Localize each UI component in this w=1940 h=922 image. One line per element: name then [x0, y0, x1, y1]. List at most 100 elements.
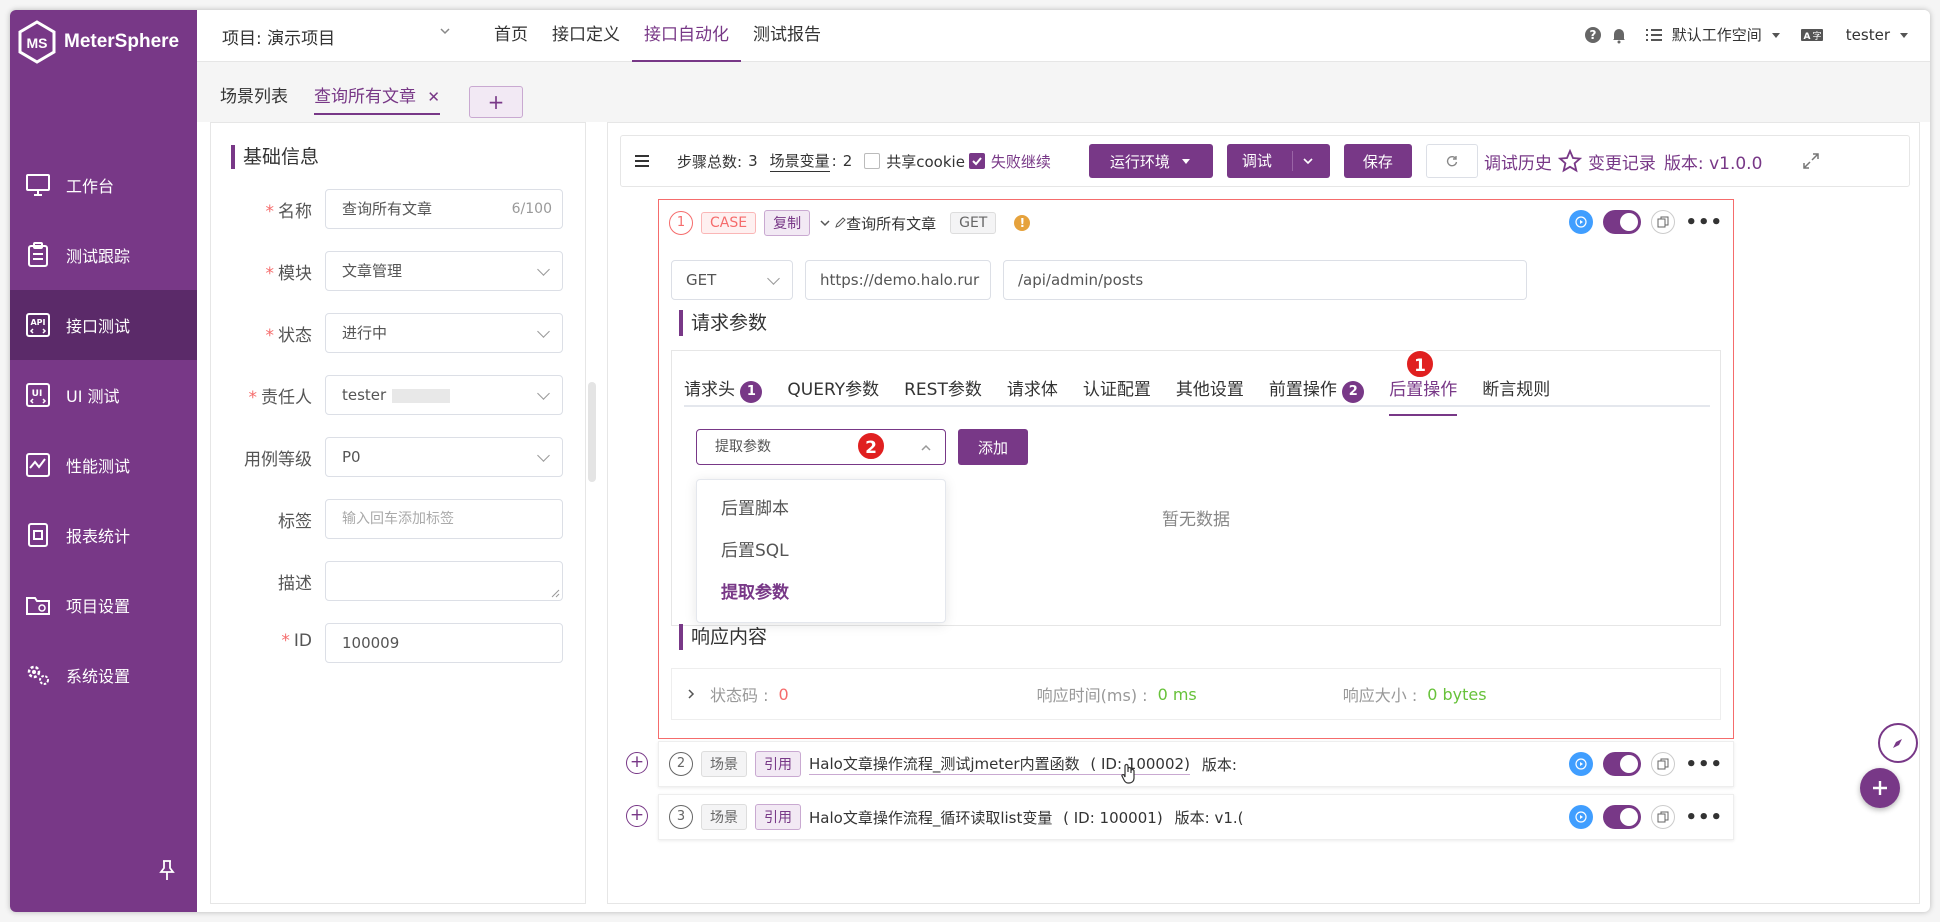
owner-field-row: * 责任人 tester	[211, 375, 587, 415]
sidebar-item-report[interactable]: 报表统计	[10, 500, 197, 570]
enable-toggle[interactable]	[1603, 805, 1642, 829]
chevron-down-icon[interactable]	[818, 216, 832, 230]
language-icon[interactable]: A字	[1800, 27, 1824, 43]
svg-text:UI: UI	[32, 389, 43, 399]
add-step-icon[interactable]: +	[626, 752, 648, 774]
more-icon[interactable]: •••	[1685, 754, 1723, 775]
step-name[interactable]: 查询所有文章	[834, 213, 936, 234]
close-icon[interactable]: ✕	[427, 88, 440, 106]
tag-input[interactable]: 输入回车添加标签	[325, 499, 563, 539]
workspace-name[interactable]: 默认工作空间	[1672, 24, 1762, 45]
sidebar-item-api-test[interactable]: API 接口测试	[10, 290, 197, 360]
sidebar-item-system-settings[interactable]: 系统设置	[10, 640, 197, 710]
more-icon[interactable]: •••	[1685, 807, 1723, 828]
status-select[interactable]: 进行中	[325, 313, 563, 353]
tab-body[interactable]: 请求体	[1007, 375, 1058, 405]
chevron-right-icon[interactable]	[684, 687, 698, 701]
path-input[interactable]: /api/admin/posts	[1003, 260, 1527, 300]
sidebar-item-performance[interactable]: 性能测试	[10, 430, 197, 500]
nav-api-definition[interactable]: 接口定义	[540, 10, 632, 62]
play-icon[interactable]	[1569, 752, 1594, 776]
pin-icon[interactable]	[155, 858, 179, 882]
enable-toggle[interactable]	[1603, 752, 1642, 776]
nav-test-report[interactable]: 测试报告	[741, 10, 833, 62]
debug-button-group: 调试	[1226, 144, 1330, 178]
id-input[interactable]: 100009	[325, 623, 563, 663]
ref-tag: 引用	[755, 804, 801, 830]
run-env-button[interactable]: 运行环境	[1088, 144, 1213, 178]
tab-headers[interactable]: 请求头 1	[684, 375, 763, 405]
tab-scenario-list[interactable]: 场景列表	[220, 82, 288, 107]
step-case: 1 CASE 复制 查询所有文章 GET ! ••• GET https://d…	[658, 199, 1734, 739]
sidebar-item-label: 性能测试	[66, 457, 131, 476]
sidebar-item-project-settings[interactable]: 项目设置	[10, 570, 197, 640]
menu-icon[interactable]	[633, 153, 651, 169]
tab-rest[interactable]: REST参数	[904, 375, 982, 405]
nav-api-automation[interactable]: 接口自动化	[632, 10, 741, 62]
scene-vars-link[interactable]: 场景变量	[769, 150, 830, 172]
more-icon[interactable]: •••	[1685, 212, 1723, 233]
owner-select[interactable]: tester	[325, 375, 563, 415]
save-button[interactable]: 保存	[1343, 144, 1412, 178]
nav-home[interactable]: 首页	[482, 10, 540, 62]
name-input[interactable]: 查询所有文章 6/100	[325, 189, 563, 229]
share-cookie-checkbox[interactable]	[864, 153, 881, 169]
tab-current-scenario[interactable]: 查询所有文章 ✕	[314, 82, 440, 115]
add-step-icon[interactable]: +	[626, 805, 648, 827]
refresh-button[interactable]	[1425, 144, 1478, 178]
module-select[interactable]: 文章管理	[325, 251, 563, 291]
star-icon[interactable]	[1557, 149, 1582, 173]
domain-input[interactable]: https://demo.halo.rur	[805, 260, 991, 300]
copy-icon[interactable]	[1651, 210, 1676, 234]
tag-label: 标签	[278, 512, 312, 532]
level-select[interactable]: P0	[325, 437, 563, 477]
change-log-link[interactable]: 变更记录	[1588, 149, 1656, 174]
panel-collapse-handle[interactable]	[588, 382, 596, 482]
desc-textarea[interactable]	[325, 561, 563, 601]
tab-assertions[interactable]: 断言规则	[1482, 375, 1550, 405]
post-op-select[interactable]: 提取参数	[696, 429, 946, 465]
help-icon[interactable]: ?	[1584, 26, 1602, 44]
chevron-down-icon[interactable]	[1301, 154, 1315, 168]
sidebar-item-test-track[interactable]: 测试跟踪	[10, 220, 197, 290]
brand-logo[interactable]: MS MeterSphere	[18, 14, 179, 70]
scenario-toolbar: 步骤总数: 3 场景变量 : 2 共享cookie 失败继续 运行环境 调试 保…	[620, 135, 1910, 187]
user-name[interactable]: tester	[1846, 26, 1890, 44]
play-icon[interactable]	[1569, 805, 1594, 829]
tab-query[interactable]: QUERY参数	[787, 375, 879, 405]
debug-history-link[interactable]: 调试历史	[1484, 149, 1552, 174]
dropdown-item-post-script[interactable]: 后置脚本	[697, 488, 945, 530]
compass-button[interactable]	[1878, 723, 1918, 763]
top-header: 项目: 演示项目 首页 接口定义 接口自动化 测试报告 ? 默认工作空间 A字 …	[197, 10, 1930, 62]
sidebar-item-workbench[interactable]: 工作台	[10, 150, 197, 220]
add-tab-button[interactable]: +	[469, 86, 523, 118]
sidebar-item-ui-test[interactable]: UI UI 测试	[10, 360, 197, 430]
project-selector[interactable]: 项目: 演示项目	[222, 24, 452, 49]
fullscreen-icon[interactable]	[1802, 152, 1820, 170]
caret-down-icon	[1181, 159, 1190, 164]
svg-text:字: 字	[1812, 30, 1821, 42]
dropdown-item-post-sql[interactable]: 后置SQL	[697, 530, 945, 572]
fail-continue-checkbox[interactable]	[968, 153, 985, 169]
method-select[interactable]: GET	[671, 260, 793, 300]
metersphere-logo-icon: MS	[18, 20, 56, 64]
step-name[interactable]: Halo文章操作流程_循环读取list变量 ( ID: 100001)	[809, 807, 1163, 828]
tab-pre-ops[interactable]: 前置操作 2	[1269, 375, 1365, 405]
tab-post-ops[interactable]: 后置操作	[1389, 375, 1458, 416]
dropdown-item-extract[interactable]: 提取参数	[697, 572, 945, 614]
tab-other[interactable]: 其他设置	[1176, 375, 1244, 405]
debug-button[interactable]: 调试	[1242, 151, 1293, 171]
tab-auth[interactable]: 认证配置	[1083, 375, 1151, 405]
version-label[interactable]: 版本: v1.0.0	[1664, 149, 1762, 174]
copy-icon[interactable]	[1651, 805, 1676, 829]
copy-icon[interactable]	[1651, 752, 1676, 776]
add-step-button[interactable]	[1860, 768, 1900, 808]
resize-handle-icon	[551, 589, 560, 598]
scene-tag: 场景	[701, 804, 747, 830]
add-button[interactable]: 添加	[958, 429, 1028, 465]
project-name: 项目: 演示项目	[222, 29, 336, 49]
enable-toggle[interactable]	[1603, 210, 1642, 234]
response-summary[interactable]: 状态码 : 0 响应时间(ms) : 0 ms 响应大小 : 0 bytes	[671, 668, 1721, 720]
play-icon[interactable]	[1569, 210, 1594, 234]
bell-icon[interactable]	[1610, 26, 1628, 44]
